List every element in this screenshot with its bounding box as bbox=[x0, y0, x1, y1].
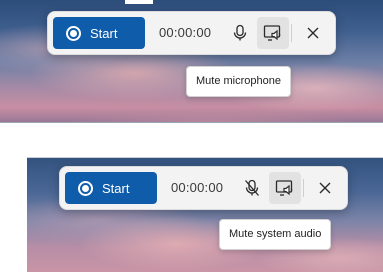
bottom-screenshot-panel: Start 00:00:00 Mute system audio bbox=[27, 157, 383, 272]
recording-timer: 00:00:00 bbox=[159, 25, 212, 40]
start-label: Start bbox=[102, 180, 130, 196]
close-icon bbox=[307, 27, 319, 39]
close-button[interactable] bbox=[297, 17, 329, 49]
mute-microphone-button[interactable] bbox=[224, 17, 256, 49]
top-screenshot-panel: Start 00:00:00 Mute microphone bbox=[0, 0, 383, 123]
close-icon bbox=[319, 182, 331, 194]
mute-system-audio-button[interactable] bbox=[269, 172, 301, 204]
start-button[interactable]: Start bbox=[53, 17, 145, 49]
system-audio-button[interactable] bbox=[257, 17, 289, 49]
system-audio-icon bbox=[275, 180, 293, 196]
microphone-icon bbox=[233, 24, 247, 41]
unmute-microphone-button[interactable] bbox=[236, 172, 268, 204]
record-icon bbox=[78, 180, 93, 196]
separator-band bbox=[0, 123, 383, 157]
recording-toolbar: Start 00:00:00 bbox=[47, 11, 336, 55]
start-label: Start bbox=[90, 25, 118, 41]
start-button[interactable]: Start bbox=[65, 172, 157, 204]
recording-timer: 00:00:00 bbox=[171, 180, 224, 195]
recording-toolbar: Start 00:00:00 bbox=[59, 166, 348, 210]
top-notch bbox=[125, 0, 153, 4]
mute-system-audio-tooltip: Mute system audio bbox=[219, 219, 332, 250]
toolbar-divider bbox=[291, 24, 292, 42]
toolbar-divider bbox=[303, 179, 304, 197]
microphone-muted-icon bbox=[245, 179, 259, 196]
system-audio-icon bbox=[263, 25, 281, 41]
mute-microphone-tooltip: Mute microphone bbox=[186, 66, 291, 97]
close-button[interactable] bbox=[309, 172, 341, 204]
record-icon bbox=[66, 25, 81, 41]
